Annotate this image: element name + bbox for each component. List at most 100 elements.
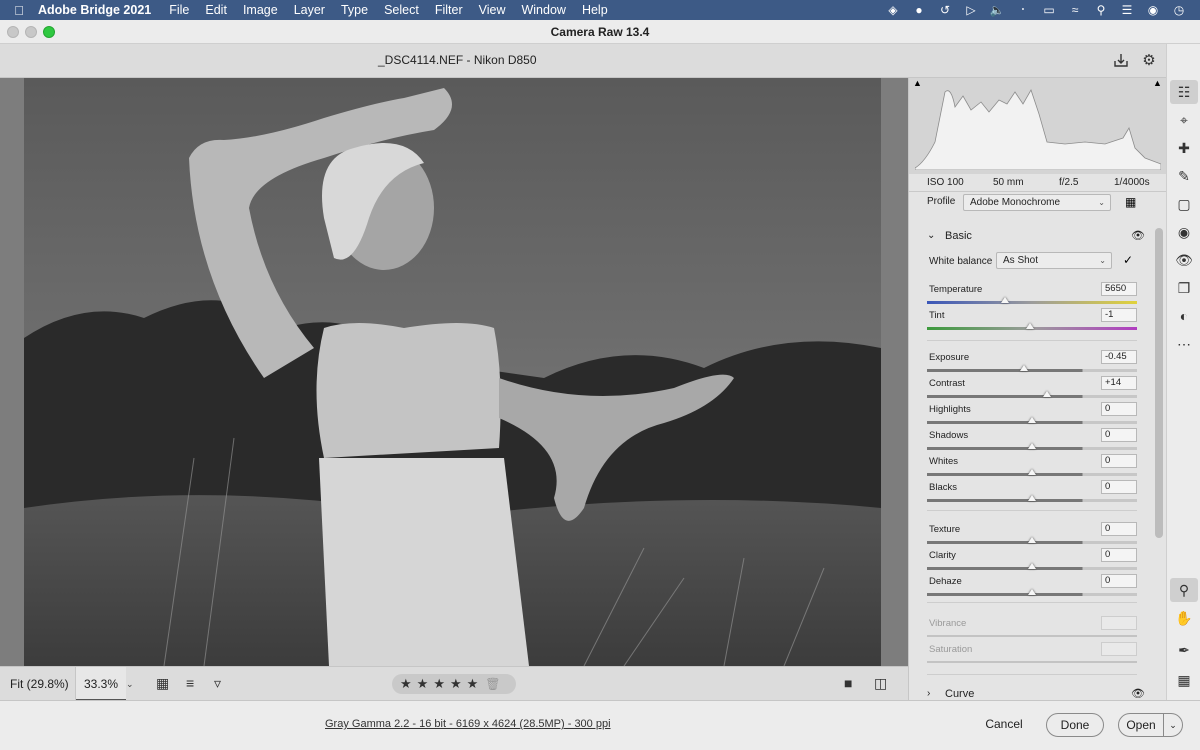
- menu-edit[interactable]: Edit: [205, 3, 227, 17]
- star-icon[interactable]: ★: [417, 676, 429, 692]
- workflow-options-link[interactable]: Gray Gamma 2.2 - 16 bit - 6169 x 4624 (2…: [325, 718, 611, 730]
- eye-icon[interactable]: 👁: [1131, 687, 1145, 700]
- slider-tint[interactable]: Tint -1: [909, 308, 1166, 336]
- slider-texture[interactable]: Texture 0: [909, 522, 1166, 550]
- gear-icon[interactable]: ⚙: [1140, 52, 1158, 70]
- exposure-value-field[interactable]: -0.45: [1101, 350, 1137, 364]
- battery-icon[interactable]: ▭: [1036, 3, 1062, 17]
- bluetooth-icon[interactable]: ᛫: [1010, 3, 1036, 17]
- clarity-slider-thumb[interactable]: [1028, 563, 1036, 569]
- wifi-icon[interactable]: ≈: [1062, 3, 1088, 17]
- exposure-track[interactable]: [927, 369, 1137, 372]
- shadow-clipping-icon[interactable]: ▲: [913, 78, 922, 88]
- crop-icon[interactable]: ⌖: [1170, 108, 1198, 132]
- slider-saturation[interactable]: Saturation: [909, 642, 1166, 670]
- slider-exposure[interactable]: Exposure -0.45: [909, 350, 1166, 378]
- open-button[interactable]: Open: [1118, 713, 1164, 737]
- time-machine-icon[interactable]: ↺: [932, 3, 958, 17]
- menu-filter[interactable]: Filter: [435, 3, 463, 17]
- slider-vibrance[interactable]: Vibrance: [909, 616, 1166, 644]
- menu-type[interactable]: Type: [341, 3, 368, 17]
- temperature-value-field[interactable]: 5650: [1101, 282, 1137, 296]
- tint-value-field[interactable]: -1: [1101, 308, 1137, 322]
- before-after-icon[interactable]: ◫: [874, 675, 887, 692]
- panel-scrollbar[interactable]: [1155, 228, 1163, 538]
- trash-icon[interactable]: 🗑: [485, 677, 500, 691]
- saturation-track[interactable]: [927, 661, 1137, 663]
- dehaze-value-field[interactable]: 0: [1101, 574, 1137, 588]
- presets-icon[interactable]: ◐: [1170, 304, 1198, 328]
- brush-icon[interactable]: ✎: [1170, 164, 1198, 188]
- slider-blacks[interactable]: Blacks 0: [909, 480, 1166, 508]
- siri-icon[interactable]: ◉: [1140, 3, 1166, 17]
- open-options-dropdown[interactable]: ⌄: [1163, 713, 1183, 737]
- saturation-value-field[interactable]: [1101, 642, 1137, 656]
- save-icon[interactable]: [1112, 52, 1130, 70]
- play-icon[interactable]: ▷: [958, 3, 984, 17]
- highlights-value-field[interactable]: 0: [1101, 402, 1137, 416]
- compare-icon[interactable]: ■: [844, 675, 852, 691]
- dehaze-slider-thumb[interactable]: [1028, 589, 1036, 595]
- slider-temperature[interactable]: Temperature 5650: [909, 282, 1166, 310]
- zoom-tool-icon[interactable]: ⚲: [1170, 578, 1198, 602]
- image-preview[interactable]: [0, 78, 908, 666]
- zoom-dropdown-icon[interactable]: ⌄: [126, 667, 140, 701]
- contrast-value-field[interactable]: +14: [1101, 376, 1137, 390]
- done-button[interactable]: Done: [1046, 713, 1104, 737]
- menu-help[interactable]: Help: [582, 3, 608, 17]
- star-icon[interactable]: ★: [433, 676, 445, 692]
- texture-value-field[interactable]: 0: [1101, 522, 1137, 536]
- edit-sliders-icon[interactable]: ☷: [1170, 80, 1198, 104]
- whites-value-field[interactable]: 0: [1101, 454, 1137, 468]
- snapshots-icon[interactable]: ❐: [1170, 276, 1198, 300]
- profile-dropdown[interactable]: Adobe Monochrome ⌄: [963, 194, 1111, 211]
- zoom-level-field[interactable]: 33.3%: [76, 667, 126, 701]
- cancel-button[interactable]: Cancel: [976, 713, 1032, 737]
- exposure-slider-thumb[interactable]: [1020, 365, 1028, 371]
- slider-contrast[interactable]: Contrast +14: [909, 376, 1166, 404]
- slider-clarity[interactable]: Clarity 0: [909, 548, 1166, 576]
- shadows-value-field[interactable]: 0: [1101, 428, 1137, 442]
- filter-icon[interactable]: ▿: [214, 675, 221, 692]
- menu-file[interactable]: File: [169, 3, 189, 17]
- apple-icon[interactable]: : [0, 3, 38, 18]
- blacks-slider-thumb[interactable]: [1028, 495, 1036, 501]
- curve-section-header[interactable]: › Curve 👁: [909, 682, 1166, 700]
- texture-slider-thumb[interactable]: [1028, 537, 1036, 543]
- shield-icon[interactable]: ◈: [880, 3, 906, 17]
- volume-icon[interactable]: 🔈: [984, 3, 1010, 17]
- app-menu[interactable]: Adobe Bridge 2021: [38, 3, 151, 17]
- eye-icon[interactable]: 👁: [1131, 229, 1145, 242]
- slider-dehaze[interactable]: Dehaze 0: [909, 574, 1166, 602]
- control-center-icon[interactable]: ☰: [1114, 3, 1140, 17]
- temperature-track[interactable]: [927, 301, 1137, 304]
- sort-icon[interactable]: ≡: [186, 675, 194, 691]
- profile-browser-icon[interactable]: ▦: [1125, 195, 1136, 209]
- whites-slider-thumb[interactable]: [1028, 469, 1036, 475]
- slider-whites[interactable]: Whites 0: [909, 454, 1166, 482]
- zoom-button[interactable]: [43, 26, 55, 38]
- star-icon[interactable]: ★: [400, 676, 412, 692]
- vibrance-track[interactable]: [927, 635, 1137, 637]
- healing-icon[interactable]: ✚: [1170, 136, 1198, 160]
- menu-select[interactable]: Select: [384, 3, 419, 17]
- more-icon[interactable]: ⋯: [1170, 332, 1198, 356]
- white-balance-dropdown[interactable]: As Shot ⌄: [996, 252, 1112, 269]
- menu-window[interactable]: Window: [521, 3, 565, 17]
- slider-shadows[interactable]: Shadows 0: [909, 428, 1166, 456]
- vibrance-value-field[interactable]: [1101, 616, 1137, 630]
- color-sampler-icon[interactable]: ✒: [1170, 638, 1198, 662]
- minimize-button[interactable]: [25, 26, 37, 38]
- gradient-icon[interactable]: ▢: [1170, 192, 1198, 216]
- clarity-value-field[interactable]: 0: [1101, 548, 1137, 562]
- grid-icon[interactable]: ▦: [1170, 668, 1198, 692]
- highlights-slider-thumb[interactable]: [1028, 417, 1036, 423]
- slider-highlights[interactable]: Highlights 0: [909, 402, 1166, 430]
- blacks-value-field[interactable]: 0: [1101, 480, 1137, 494]
- hand-tool-icon[interactable]: ✋: [1170, 606, 1198, 630]
- close-button[interactable]: [7, 26, 19, 38]
- shadows-slider-thumb[interactable]: [1028, 443, 1036, 449]
- filmstrip-icon[interactable]: ▦: [156, 675, 169, 692]
- tint-slider-thumb[interactable]: [1026, 323, 1034, 329]
- menu-view[interactable]: View: [479, 3, 506, 17]
